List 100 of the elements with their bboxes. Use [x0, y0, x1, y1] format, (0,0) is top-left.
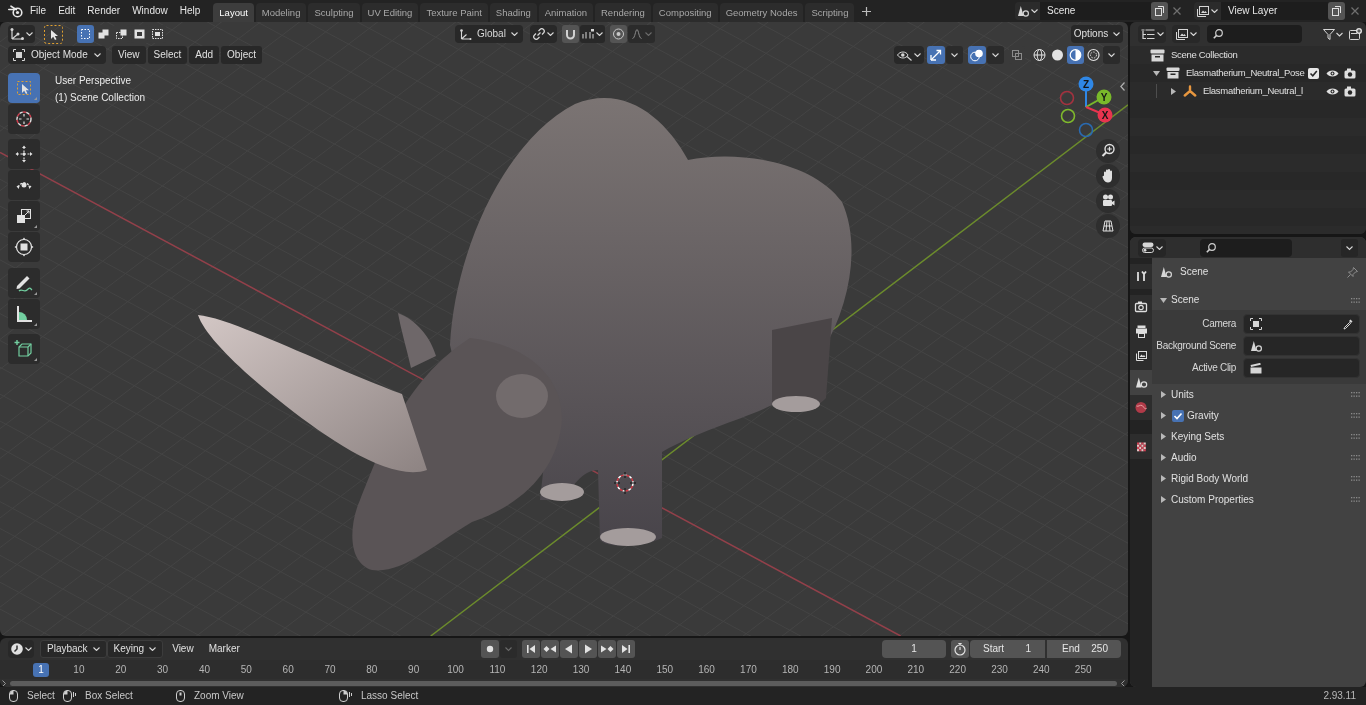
display-mode-button[interactable]	[1172, 25, 1200, 43]
dropdown-menu[interactable]: Keying	[106, 640, 164, 658]
disclosure-triangle-icon[interactable]	[1161, 454, 1166, 461]
panel-header[interactable]: Custom Properties	[1154, 489, 1362, 510]
outliner-item-label[interactable]: Elasmatherium_Neutral_Pose	[1186, 68, 1305, 78]
editor-type-button[interactable]	[1138, 25, 1166, 43]
disclosure-triangle-icon[interactable]	[1161, 475, 1166, 482]
panel-header[interactable]: Gravity	[1154, 405, 1362, 426]
panel-header[interactable]: Audio	[1154, 447, 1362, 468]
scale-squares-icon[interactable]	[8, 201, 40, 231]
box-plus-icon[interactable]	[1349, 28, 1362, 40]
grip-dots-icon[interactable]	[1351, 413, 1360, 418]
target-circle-icon[interactable]	[610, 25, 627, 43]
eyedropper-icon[interactable]	[1343, 318, 1353, 330]
dashed-frame-square-icon[interactable]	[149, 25, 166, 43]
checkbox[interactable]	[1308, 67, 1319, 79]
funnel-icon[interactable]	[1323, 28, 1343, 40]
solid-sphere-icon[interactable]	[1049, 46, 1066, 64]
ruler-angle-icon[interactable]	[8, 299, 40, 329]
options-dropdown[interactable]: Options	[1071, 25, 1123, 43]
editor-type-button[interactable]	[8, 25, 35, 43]
workspace-tab[interactable]: Layout	[213, 3, 254, 22]
menu-item[interactable]: Help	[173, 0, 207, 22]
view-layer-name-field[interactable]: View Layer	[1221, 2, 1328, 20]
scene-field[interactable]	[1243, 336, 1360, 356]
workspace-tab[interactable]: Compositing	[652, 3, 718, 22]
chevron-left-icon[interactable]	[1121, 679, 1125, 687]
search-field[interactable]	[1207, 25, 1302, 43]
record-icon[interactable]	[481, 640, 499, 658]
disclosure-triangle-icon[interactable]	[1171, 87, 1176, 95]
menu-item[interactable]: Edit	[52, 0, 82, 22]
hollow-square-icon[interactable]	[131, 25, 148, 43]
chevron-right-icon[interactable]	[2, 679, 6, 687]
camera-object-field[interactable]	[1243, 314, 1360, 334]
keyframe-forward-icon[interactable]	[598, 640, 616, 658]
copy-icon[interactable]	[1328, 2, 1345, 20]
mode-dropdown[interactable]: Object Mode	[8, 46, 106, 64]
grip-dots-icon[interactable]	[1351, 476, 1360, 481]
menu-item[interactable]: Select	[147, 46, 188, 64]
checkerboard-icon[interactable]	[1130, 434, 1152, 459]
search-field[interactable]	[1200, 238, 1292, 257]
disclosure-triangle-icon[interactable]	[1161, 433, 1166, 440]
stacked-image-icon[interactable]	[1130, 345, 1152, 370]
orientation-dropdown[interactable]: Global	[455, 25, 523, 43]
half-filled-sphere-icon[interactable]	[1067, 46, 1084, 64]
eye-icon[interactable]	[1326, 68, 1339, 78]
scene-browse-button[interactable]	[1015, 2, 1040, 20]
pivot-dropdown[interactable]	[530, 25, 557, 43]
axis-ring-handle[interactable]	[1060, 108, 1076, 124]
chevron-left-icon[interactable]	[1120, 82, 1125, 91]
movie-camera-icon[interactable]	[1096, 189, 1120, 213]
grip-dots-icon[interactable]	[1351, 455, 1360, 460]
grip-dots-icon[interactable]	[1351, 392, 1360, 397]
menu-item[interactable]: Window	[126, 0, 174, 22]
menu-item[interactable]: Object	[221, 46, 262, 64]
checkbox[interactable]	[1172, 409, 1184, 422]
hand-icon[interactable]	[1096, 164, 1120, 188]
outliner-item-label[interactable]: Elasmatherium_Neutral_l	[1203, 86, 1303, 96]
start-frame-field[interactable]: Start 1	[970, 640, 1045, 658]
workspace-tab[interactable]: Shading	[489, 3, 537, 22]
workspace-tab[interactable]: Texture Paint	[420, 3, 488, 22]
close-icon[interactable]	[1351, 7, 1359, 15]
workspace-tab[interactable]: Geometry Nodes	[719, 3, 804, 22]
disclosure-triangle-icon[interactable]	[1161, 496, 1166, 503]
menu-item[interactable]: View	[166, 640, 200, 658]
plus-icon[interactable]	[862, 6, 872, 16]
play-reverse-icon[interactable]	[560, 640, 578, 658]
ringed-sphere-icon[interactable]	[1085, 46, 1102, 64]
scene-name-field[interactable]: Scene	[1040, 2, 1151, 20]
clip-field[interactable]	[1243, 358, 1360, 378]
menu-item[interactable]: Render	[81, 0, 127, 22]
eye-icon[interactable]	[1326, 86, 1339, 96]
disclosure-triangle-icon[interactable]	[1153, 70, 1160, 76]
end-frame-field[interactable]: End 250	[1047, 640, 1121, 658]
wrench-screwdriver-icon[interactable]	[1130, 264, 1152, 289]
panel-header[interactable]: Units	[1154, 384, 1362, 405]
workspace-tab[interactable]: Sculpting	[308, 3, 360, 22]
cube-plus-icon[interactable]	[8, 334, 40, 364]
grip-dots-icon[interactable]	[1351, 297, 1360, 303]
timeline-scrollbar[interactable]	[10, 680, 1117, 686]
caret-icon[interactable]	[1103, 46, 1120, 64]
disclosure-triangle-icon[interactable]	[1161, 412, 1166, 419]
magnet-icon[interactable]	[562, 25, 579, 43]
globe-icon[interactable]	[1130, 395, 1152, 420]
skip-end-icon[interactable]	[617, 640, 635, 658]
caret-icon[interactable]	[1341, 238, 1358, 257]
perspective-grid-icon[interactable]	[1096, 214, 1120, 238]
menu-item[interactable]: View	[112, 46, 146, 64]
caret-icon[interactable]	[946, 46, 963, 64]
gizmo-arrows-icon[interactable]	[927, 46, 945, 64]
camera-outline-icon[interactable]	[1130, 295, 1152, 320]
axis-ring-handle[interactable]	[1078, 122, 1094, 138]
pencil-squiggle-icon[interactable]	[8, 268, 40, 298]
disclosure-triangle-icon[interactable]	[1161, 391, 1166, 398]
stopwatch-icon[interactable]	[951, 640, 969, 658]
cone-ring-icon[interactable]	[1130, 370, 1152, 395]
four-arrows-icon[interactable]	[8, 139, 40, 169]
falloff-dropdown[interactable]	[628, 25, 655, 43]
copy-icon[interactable]	[1151, 2, 1168, 20]
workspace-tab[interactable]: Animation	[538, 3, 593, 22]
